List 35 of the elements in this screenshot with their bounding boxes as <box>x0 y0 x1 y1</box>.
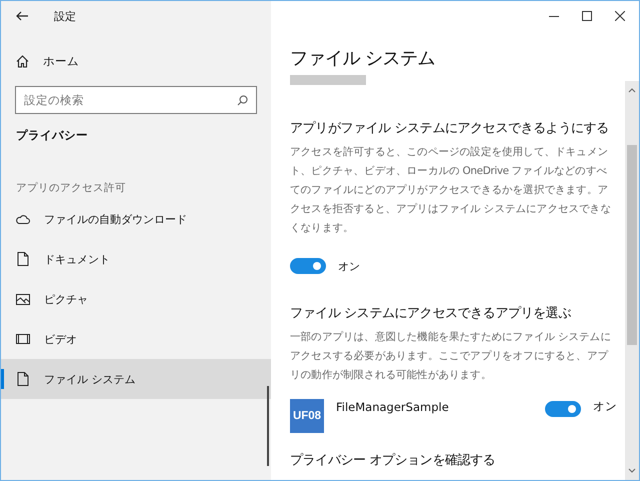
maximize-icon[interactable] <box>582 11 592 21</box>
sidebar-item[interactable]: ファイルの自動ダウンロード <box>1 199 271 239</box>
home-link[interactable]: ホーム <box>16 46 79 76</box>
app-icon: UF08 <box>290 399 324 433</box>
group-label: アプリのアクセス許可 <box>16 181 126 195</box>
document-icon <box>16 372 30 386</box>
search-field[interactable]: 設定の検索 <box>15 86 257 114</box>
scroll-up-icon[interactable] <box>628 87 636 93</box>
toggle-label: オン <box>338 258 360 274</box>
section-heading: ファイル システムにアクセスできるアプリを選ぶ <box>290 305 571 323</box>
app-name: FileManagerSample <box>336 400 450 414</box>
back-icon[interactable] <box>16 11 28 21</box>
close-icon[interactable] <box>615 11 625 21</box>
sidebar-item[interactable]: ファイル システム <box>1 359 271 399</box>
description: アクセスを許可すると、このページの設定を使用して、ドキュメント、ピクチャ、ビデオ、ローカルの OneDrive ファイルなどのすべてのファイルにどのアプリがアクセスできるかを選択できます。アクセスを拒否すると、アプリはファイル システムにアクセスできなくなります。 <box>290 145 612 236</box>
toggle-switch[interactable] <box>290 258 326 274</box>
section-heading: アプリがファイル システムにアクセスできるようにする <box>290 120 609 138</box>
scroll-down-icon[interactable] <box>628 468 636 474</box>
cloud-icon <box>16 214 30 224</box>
page-title: ファイル システム <box>290 47 436 71</box>
search-icon <box>237 95 248 106</box>
section-heading: プライバシー オプションを確認する <box>290 452 496 470</box>
toggle-label: オン <box>593 399 617 414</box>
image-icon <box>16 294 30 304</box>
sidebar-item[interactable]: ピクチャ <box>1 279 271 319</box>
section-title: プライバシー <box>16 128 88 143</box>
description: 一部のアプリは、意図した機能を果たすためにファイル システムにアクセスする必要があります。ここでアプリをオフにすると、アプリの動作が制限される可能性があります。 <box>290 330 612 383</box>
toggle-switch[interactable] <box>545 401 581 417</box>
home-icon <box>16 54 29 68</box>
scrollbar[interactable] <box>625 81 639 480</box>
sidebar-item[interactable]: ビデオ <box>1 319 271 359</box>
window-title: 設定 <box>54 8 76 24</box>
document-icon <box>16 252 30 266</box>
sidebar-item[interactable]: ドキュメント <box>1 239 271 279</box>
video-icon <box>16 334 30 344</box>
